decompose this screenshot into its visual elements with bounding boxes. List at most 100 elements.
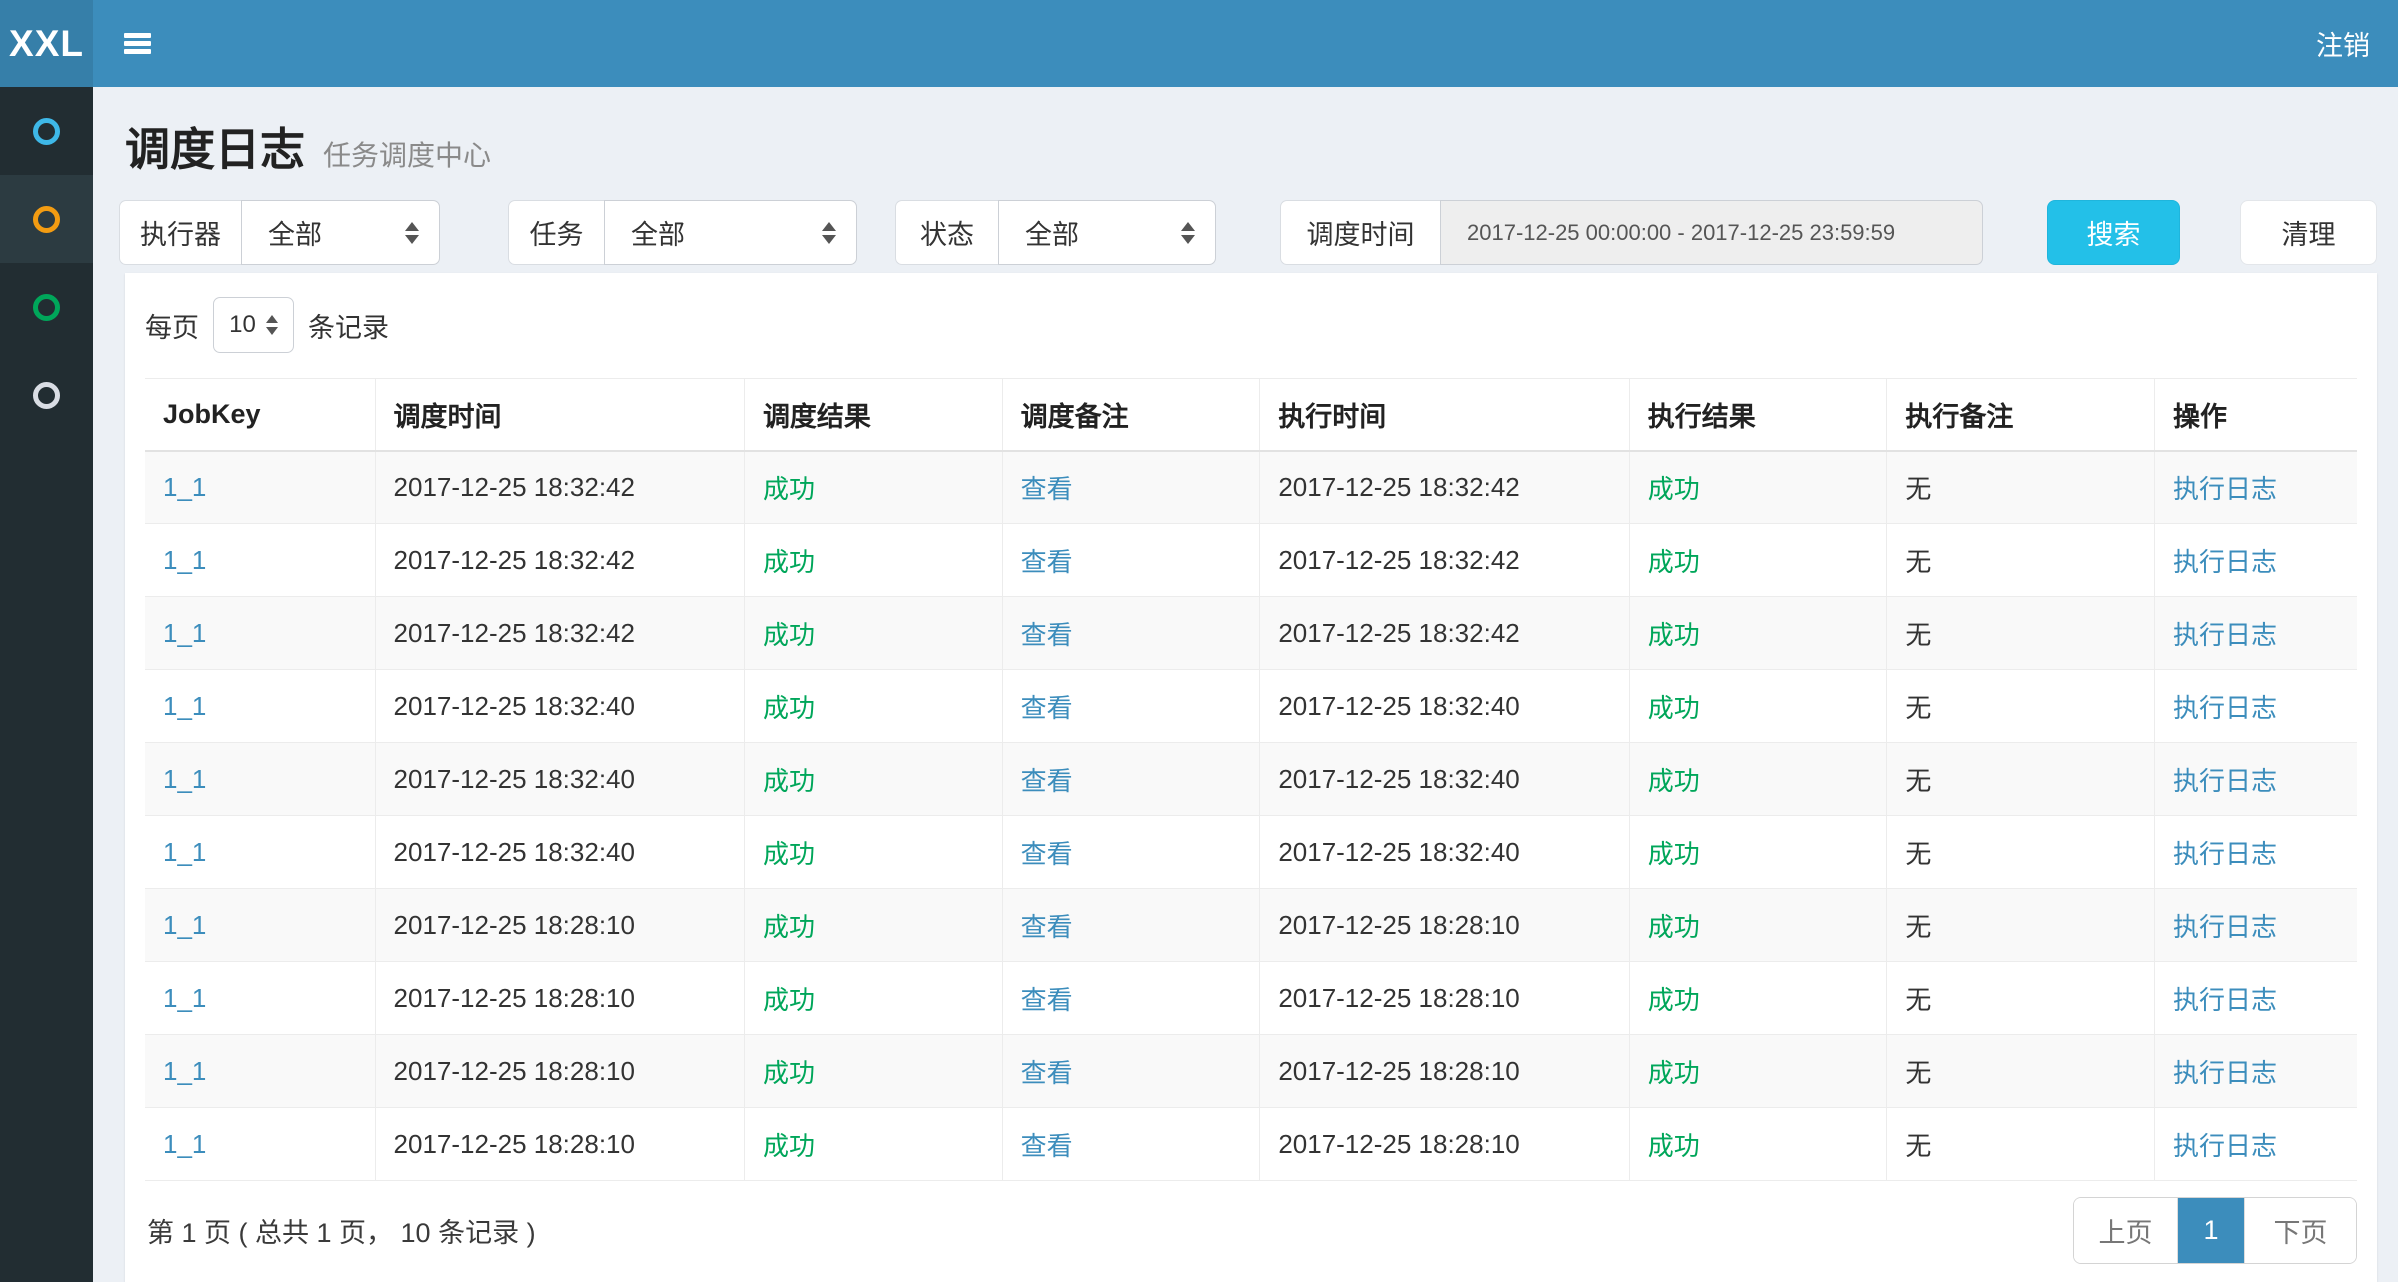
trigger-msg-link[interactable]: 查看 [1021,1131,1073,1161]
handle-msg: 无 [1905,766,1931,796]
table-cell: 查看 [1002,451,1260,524]
exec-log-link[interactable]: 执行日志 [2173,839,2277,869]
select-arrows-icon [266,315,278,335]
table-cell: 2017-12-25 18:32:42 [1260,524,1629,597]
trigger-msg-link[interactable]: 查看 [1021,1058,1073,1088]
table-cell: 无 [1887,889,2155,962]
exec-log-link[interactable]: 执行日志 [2173,912,2277,942]
table-cell: 2017-12-25 18:32:42 [375,597,744,670]
table-cell: 1_1 [145,597,375,670]
jobkey-link[interactable]: 1_1 [163,1129,206,1159]
trigger-msg-link[interactable]: 查看 [1021,766,1073,796]
page-header: 调度日志 任务调度中心 [93,87,2398,200]
table-cell: 成功 [1629,816,1887,889]
table-cell: 1_1 [145,962,375,1035]
sidebar-item-0[interactable] [0,87,93,175]
search-button[interactable]: 搜索 [2047,200,2180,265]
exec-log-link[interactable]: 执行日志 [2173,766,2277,796]
trigger-time: 2017-12-25 18:32:40 [394,837,635,867]
table-row: 1_12017-12-25 18:32:40成功查看2017-12-25 18:… [145,670,2357,743]
jobkey-link[interactable]: 1_1 [163,472,206,502]
trigger-msg-link[interactable]: 查看 [1021,912,1073,942]
table-cell: 2017-12-25 18:32:40 [375,816,744,889]
trigger-result: 成功 [763,985,815,1015]
table-cell: 成功 [1629,670,1887,743]
jobkey-link[interactable]: 1_1 [163,545,206,575]
trigger-msg-link[interactable]: 查看 [1021,693,1073,723]
executor-select[interactable]: 全部 [241,200,440,265]
exec-log-link[interactable]: 执行日志 [2173,693,2277,723]
table-cell: 执行日志 [2155,743,2357,816]
table-cell: 2017-12-25 18:28:10 [1260,962,1629,1035]
table-cell: 成功 [744,889,1002,962]
table-cell: 成功 [1629,962,1887,1035]
table-cell: 执行日志 [2155,816,2357,889]
exec-log-link[interactable]: 执行日志 [2173,620,2277,650]
time-range-input[interactable]: 2017-12-25 00:00:00 - 2017-12-25 23:59:5… [1440,200,1983,265]
page-size-select[interactable]: 10 [213,297,294,353]
circle-icon [33,118,60,145]
jobkey-link[interactable]: 1_1 [163,691,206,721]
executor-filter-label: 执行器 [119,200,241,265]
trigger-msg-link[interactable]: 查看 [1021,547,1073,577]
exec-log-link[interactable]: 执行日志 [2173,474,2277,504]
handle-result: 成功 [1648,547,1700,577]
prev-page-button[interactable]: 上页 [2074,1198,2178,1263]
handle-time: 2017-12-25 18:28:10 [1278,1056,1519,1086]
jobkey-link[interactable]: 1_1 [163,910,206,940]
current-page-button[interactable]: 1 [2178,1198,2244,1263]
table-cell: 2017-12-25 18:28:10 [375,962,744,1035]
exec-log-link[interactable]: 执行日志 [2173,985,2277,1015]
exec-log-link[interactable]: 执行日志 [2173,547,2277,577]
table-cell: 执行日志 [2155,670,2357,743]
table-cell: 执行日志 [2155,597,2357,670]
table-cell: 2017-12-25 18:28:10 [1260,889,1629,962]
table-cell: 成功 [744,597,1002,670]
jobkey-link[interactable]: 1_1 [163,837,206,867]
table-cell: 2017-12-25 18:32:42 [375,451,744,524]
job-filter-label: 任务 [508,200,604,265]
handle-time: 2017-12-25 18:32:42 [1278,545,1519,575]
table-cell: 2017-12-25 18:32:42 [375,524,744,597]
time-filter-label: 调度时间 [1280,200,1440,265]
handle-result: 成功 [1648,620,1700,650]
job-select[interactable]: 全部 [604,200,857,265]
table-cell: 执行日志 [2155,524,2357,597]
table-cell: 2017-12-25 18:28:10 [1260,1035,1629,1108]
next-page-button[interactable]: 下页 [2244,1198,2356,1263]
sidebar-item-2[interactable] [0,263,93,351]
clear-button[interactable]: 清理 [2240,200,2377,265]
sidebar-toggle-button[interactable] [93,0,181,87]
status-select-value: 全部 [1025,213,1079,252]
table-cell: 成功 [744,1035,1002,1108]
sidebar-item-1[interactable] [0,175,93,263]
app-logo[interactable]: XXL [0,0,93,87]
trigger-msg-link[interactable]: 查看 [1021,474,1073,504]
exec-log-link[interactable]: 执行日志 [2173,1131,2277,1161]
trigger-msg-link[interactable]: 查看 [1021,839,1073,869]
trigger-msg-link[interactable]: 查看 [1021,985,1073,1015]
jobkey-link[interactable]: 1_1 [163,983,206,1013]
status-select[interactable]: 全部 [998,200,1216,265]
table-cell: 执行日志 [2155,451,2357,524]
exec-log-link[interactable]: 执行日志 [2173,1058,2277,1088]
table-row: 1_12017-12-25 18:32:40成功查看2017-12-25 18:… [145,743,2357,816]
trigger-msg-link[interactable]: 查看 [1021,620,1073,650]
table-cell: 1_1 [145,816,375,889]
jobkey-link[interactable]: 1_1 [163,618,206,648]
handle-time: 2017-12-25 18:32:42 [1278,472,1519,502]
status-filter-label: 状态 [895,200,998,265]
jobkey-link[interactable]: 1_1 [163,1056,206,1086]
trigger-result: 成功 [763,839,815,869]
logout-button[interactable]: 注销 [2316,24,2370,63]
handle-result: 成功 [1648,693,1700,723]
handle-msg: 无 [1905,620,1931,650]
table-cell: 2017-12-25 18:32:42 [1260,451,1629,524]
trigger-time: 2017-12-25 18:28:10 [394,1129,635,1159]
table-row: 1_12017-12-25 18:28:10成功查看2017-12-25 18:… [145,1108,2357,1181]
trigger-time: 2017-12-25 18:32:40 [394,691,635,721]
jobkey-link[interactable]: 1_1 [163,764,206,794]
table-row: 1_1 2017-12-25 18:32:42 成功 查看 2017-12-25 18:… [145,524,2357,597]
hamburger-icon [124,33,151,54]
sidebar-item-3[interactable] [0,351,93,439]
